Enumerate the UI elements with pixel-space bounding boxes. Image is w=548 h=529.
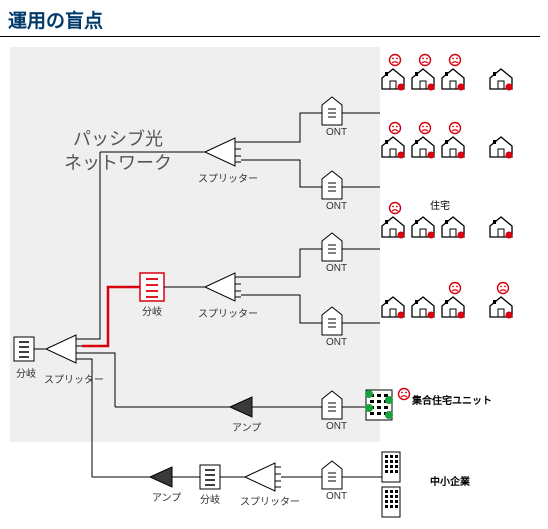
ont-b2-icon bbox=[322, 307, 342, 335]
ont-b1-icon bbox=[322, 233, 342, 261]
root-splitter-label: スプリッター bbox=[44, 371, 104, 386]
ont-b2-label: ONT bbox=[326, 337, 347, 348]
bunki-d-icon bbox=[200, 465, 220, 489]
mid-bunki-highlight bbox=[140, 273, 164, 301]
ont-a1-label: ONT bbox=[326, 127, 347, 138]
amp-d-label: アンプ bbox=[152, 489, 181, 504]
ont-a2-label: ONT bbox=[326, 201, 347, 212]
ont-c-label: ONT bbox=[326, 421, 347, 432]
page-title: 運用の盲点 bbox=[8, 6, 103, 33]
ont-b1-label: ONT bbox=[326, 263, 347, 274]
root-splitter-icon bbox=[46, 335, 82, 363]
splitter-d-icon bbox=[245, 463, 281, 491]
houses-row-1 bbox=[382, 123, 513, 159]
splitter-b-label: スプリッター bbox=[198, 305, 258, 320]
ont-c-icon bbox=[322, 391, 342, 419]
houses-row-0 bbox=[382, 55, 513, 91]
bunki-d-label: 分岐 bbox=[200, 491, 220, 506]
diagram-canvas: パッシブ光 ネットワーク bbox=[0, 36, 540, 527]
ont-a1-icon bbox=[322, 97, 342, 125]
mdu-icon bbox=[365, 390, 393, 420]
splitter-a-label: スプリッター bbox=[198, 170, 258, 185]
root-bunki-icon bbox=[14, 337, 34, 361]
mdu-label: 集合住宅ユニット bbox=[412, 392, 492, 407]
root-bunki-label: 分岐 bbox=[16, 365, 36, 380]
house-header-label: 住宅 bbox=[428, 197, 452, 212]
splitter-a-icon bbox=[205, 138, 241, 166]
amp-c-label: アンプ bbox=[232, 419, 261, 434]
houses-row-3 bbox=[382, 283, 513, 319]
ont-a2-icon bbox=[322, 171, 342, 199]
sme-label: 中小企業 bbox=[430, 473, 470, 488]
mid-bunki-label: 分岐 bbox=[142, 303, 162, 318]
diagram-svg bbox=[0, 37, 540, 527]
amp-c-icon bbox=[230, 397, 252, 417]
sme-buildings bbox=[382, 452, 400, 517]
splitter-d-label: スプリッター bbox=[240, 493, 300, 508]
splitter-b-icon bbox=[205, 273, 241, 301]
ont-d-label: ONT bbox=[326, 491, 347, 502]
amp-d-icon bbox=[150, 467, 172, 487]
ont-d-icon bbox=[322, 461, 342, 489]
